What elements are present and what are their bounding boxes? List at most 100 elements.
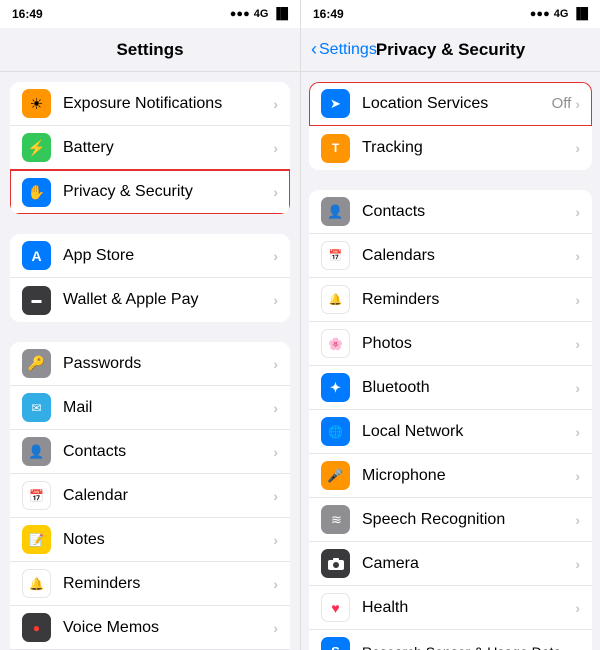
mail-label: Mail	[63, 399, 273, 417]
calendar-label: Calendar	[63, 487, 273, 505]
location-services-item[interactable]: ➤ Location Services Off ›	[309, 82, 592, 126]
tracking-item[interactable]: T Tracking ›	[309, 126, 592, 170]
status-bar-right: 16:49 ●●● 4G ▐█	[301, 0, 600, 28]
reminders-icon: 🔔	[22, 569, 51, 598]
health-icon: ♥	[321, 593, 350, 622]
exposure-icon: ☀	[22, 89, 51, 118]
top-section: ➤ Location Services Off › T Tracking ›	[301, 82, 600, 170]
voicememos-label: Voice Memos	[63, 619, 273, 637]
health-item[interactable]: ♥ Health ›	[309, 586, 592, 630]
sidebar-item-calendar[interactable]: 📅 Calendar ›	[10, 474, 290, 518]
nav-bar-right: ‹ Settings Privacy & Security	[301, 28, 600, 72]
left-panel: 16:49 ●●● 4G ▐█ Settings ☀ Exposure Noti…	[0, 0, 300, 650]
list-group-3: 🔑 Passwords › ✉ Mail › 👤 Contacts › 📅 Ca…	[10, 342, 290, 650]
appstore-label: App Store	[63, 247, 273, 265]
chevron-icon: ›	[575, 380, 580, 396]
status-icons-left: ●●● 4G ▐█	[230, 8, 288, 20]
localnetwork-item[interactable]: 🌐 Local Network ›	[309, 410, 592, 454]
chevron-icon: ›	[273, 184, 278, 200]
network-icon: 4G	[254, 8, 269, 20]
list-group-2: A App Store › ▬ Wallet & Apple Pay ›	[10, 234, 290, 322]
sidebar-item-battery[interactable]: ⚡ Battery ›	[10, 126, 290, 170]
chevron-icon: ›	[575, 468, 580, 484]
permissions-section: 👤 Contacts › 📅 Calendars › 🔔 Reminders ›…	[301, 190, 600, 650]
contacts-label: Contacts	[63, 443, 273, 461]
sidebar-item-notes[interactable]: 📝 Notes ›	[10, 518, 290, 562]
chevron-icon: ›	[273, 576, 278, 592]
time-left: 16:49	[12, 7, 43, 21]
sidebar-item-privacy[interactable]: ✋ Privacy & Security ›	[10, 170, 290, 214]
privacy-icon: ✋	[22, 178, 51, 207]
mail-icon: ✉	[22, 393, 51, 422]
reminders-perm-label: Reminders	[362, 291, 575, 309]
exposure-label: Exposure Notifications	[63, 95, 273, 113]
sidebar-item-passwords[interactable]: 🔑 Passwords ›	[10, 342, 290, 386]
wallet-icon: ▬	[22, 286, 51, 315]
right-scroll[interactable]: ➤ Location Services Off › T Tracking › 👤…	[301, 72, 600, 650]
chevron-icon: ›	[273, 292, 278, 308]
chevron-icon: ›	[575, 204, 580, 220]
camera-item[interactable]: Camera ›	[309, 542, 592, 586]
passwords-icon: 🔑	[22, 349, 51, 378]
contacts-perm-label: Contacts	[362, 203, 575, 221]
sidebar-item-appstore[interactable]: A App Store ›	[10, 234, 290, 278]
microphone-item[interactable]: 🎤 Microphone ›	[309, 454, 592, 498]
bluetooth-item[interactable]: ✦ Bluetooth ›	[309, 366, 592, 410]
location-icon: ➤	[321, 89, 350, 118]
nav-bar-left: Settings	[0, 28, 300, 72]
health-label: Health	[362, 599, 575, 617]
sidebar-item-contacts[interactable]: 👤 Contacts ›	[10, 430, 290, 474]
calendars-label: Calendars	[362, 247, 575, 265]
chevron-icon: ›	[575, 292, 580, 308]
section-3: 🔑 Passwords › ✉ Mail › 👤 Contacts › 📅 Ca…	[0, 342, 300, 650]
section-1: ☀ Exposure Notifications › ⚡ Battery › ✋…	[0, 82, 300, 214]
nav-title-left: Settings	[116, 40, 183, 60]
chevron-icon: ›	[273, 488, 278, 504]
bluetooth-label: Bluetooth	[362, 379, 575, 397]
chevron-icon: ›	[575, 556, 580, 572]
camera-label: Camera	[362, 555, 575, 573]
passwords-label: Passwords	[63, 355, 273, 373]
left-scroll[interactable]: ☀ Exposure Notifications › ⚡ Battery › ✋…	[0, 72, 300, 650]
reminders-perm-icon: 🔔	[321, 285, 350, 314]
chevron-icon: ›	[273, 400, 278, 416]
appstore-icon: A	[22, 241, 51, 270]
chevron-icon: ›	[273, 620, 278, 636]
calendars-icon: 📅	[321, 241, 350, 270]
photos-item[interactable]: 🌸 Photos ›	[309, 322, 592, 366]
list-group-1: ☀ Exposure Notifications › ⚡ Battery › ✋…	[10, 82, 290, 214]
sidebar-item-voicememos[interactable]: ● Voice Memos ›	[10, 606, 290, 650]
chevron-icon: ›	[273, 444, 278, 460]
signal-icon-r: ●●●	[530, 8, 550, 20]
localnetwork-icon: 🌐	[321, 417, 350, 446]
reminders-label: Reminders	[63, 575, 273, 593]
notes-icon: 📝	[22, 525, 51, 554]
microphone-icon: 🎤	[321, 461, 350, 490]
battery-label: Battery	[63, 139, 273, 157]
voicememos-icon: ●	[22, 613, 51, 642]
time-right: 16:49	[313, 7, 344, 21]
chevron-icon: ›	[575, 140, 580, 156]
chevron-icon: ›	[575, 424, 580, 440]
speech-item[interactable]: ≋ Speech Recognition ›	[309, 498, 592, 542]
microphone-label: Microphone	[362, 467, 575, 485]
privacy-label: Privacy & Security	[63, 183, 273, 201]
chevron-icon: ›	[273, 356, 278, 372]
contacts-permission-item[interactable]: 👤 Contacts ›	[309, 190, 592, 234]
notes-label: Notes	[63, 531, 273, 549]
chevron-icon: ›	[273, 140, 278, 156]
back-button[interactable]: ‹ Settings	[311, 39, 377, 60]
reminders-perm-item[interactable]: 🔔 Reminders ›	[309, 278, 592, 322]
sidebar-item-exposure[interactable]: ☀ Exposure Notifications ›	[10, 82, 290, 126]
research-item[interactable]: S Research Sensor & Usage Data ›	[309, 630, 592, 650]
camera-icon	[321, 549, 350, 578]
sidebar-item-wallet[interactable]: ▬ Wallet & Apple Pay ›	[10, 278, 290, 322]
contacts-perm-icon: 👤	[321, 197, 350, 226]
tracking-icon: T	[321, 134, 350, 163]
sidebar-item-mail[interactable]: ✉ Mail ›	[10, 386, 290, 430]
speech-icon: ≋	[321, 505, 350, 534]
sidebar-item-reminders[interactable]: 🔔 Reminders ›	[10, 562, 290, 606]
contacts-icon: 👤	[22, 437, 51, 466]
nav-title-right: Privacy & Security	[376, 40, 525, 60]
calendars-item[interactable]: 📅 Calendars ›	[309, 234, 592, 278]
